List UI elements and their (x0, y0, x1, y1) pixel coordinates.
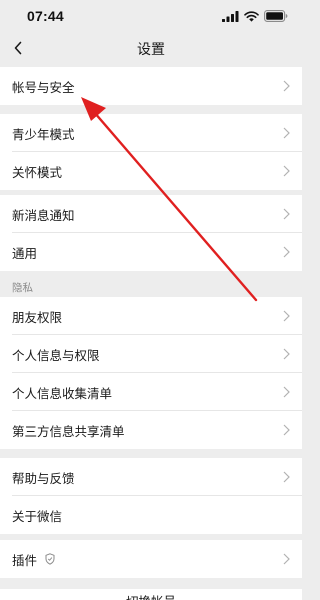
signal-icon (222, 10, 239, 22)
settings-item-plugins[interactable]: 插件 (0, 540, 302, 578)
settings-item-personal-info-collection-list[interactable]: 个人信息收集清单 (0, 373, 302, 411)
settings-item-label: 帐号与安全 (12, 79, 75, 95)
settings-item-label: 新消息通知 (12, 207, 75, 223)
settings-group-account: 帐号与安全 (0, 67, 302, 105)
settings-item-label: 个人信息与权限 (12, 347, 100, 363)
chevron-right-icon (283, 348, 290, 360)
settings-item-new-message-notifications[interactable]: 新消息通知 (0, 195, 302, 233)
chevron-right-icon (283, 165, 290, 177)
status-icons (222, 10, 288, 22)
settings-group-help: 帮助与反馈 关于微信 (0, 458, 302, 534)
chevron-right-icon (283, 246, 290, 258)
settings-item-label: 朋友权限 (12, 309, 63, 325)
settings-item-label: 通用 (12, 245, 38, 261)
chevron-right-icon (283, 386, 290, 398)
nav-bar: 设置 (0, 32, 302, 64)
chevron-right-icon (283, 471, 290, 483)
settings-group-plugins: 插件 (0, 540, 302, 578)
settings-item-teen-mode[interactable]: 青少年模式 (0, 114, 302, 152)
settings-item-personal-info-permissions[interactable]: 个人信息与权限 (0, 335, 302, 373)
chevron-right-icon (283, 127, 290, 139)
shield-icon (45, 553, 55, 565)
settings-group-privacy: 朋友权限 个人信息与权限 个人信息收集清单 第三方信息共享清单 (0, 297, 302, 449)
section-label-privacy: 隐私 (12, 282, 33, 294)
settings-item-label: 帮助与反馈 (12, 470, 75, 486)
battery-icon (264, 10, 288, 22)
settings-item-label: 关怀模式 (12, 164, 63, 180)
wifi-icon (244, 10, 259, 22)
settings-screen: 07:44 设置 帐号与安全 青少年模式 关怀模式 新消息通知 通用 隐私 朋友… (0, 0, 302, 600)
settings-item-label: 关于微信 (12, 508, 63, 524)
chevron-right-icon (283, 553, 290, 565)
status-bar: 07:44 (0, 0, 302, 32)
page-title: 设置 (137, 42, 165, 58)
settings-item-about[interactable]: 关于微信 (0, 496, 302, 534)
settings-item-friend-permissions[interactable]: 朋友权限 (0, 297, 302, 335)
switch-account-button[interactable]: 切换帐号 (0, 589, 302, 600)
switch-account-label: 切换帐号 (0, 591, 302, 600)
settings-item-label: 青少年模式 (12, 126, 75, 142)
settings-item-label: 插件 (12, 552, 38, 568)
settings-item-help-feedback[interactable]: 帮助与反馈 (0, 458, 302, 496)
chevron-right-icon (283, 80, 290, 92)
settings-group-notifications: 新消息通知 通用 (0, 195, 302, 271)
settings-item-label: 个人信息收集清单 (12, 385, 113, 401)
settings-item-care-mode[interactable]: 关怀模式 (0, 152, 302, 190)
chevron-right-icon (283, 424, 290, 436)
settings-item-label: 第三方信息共享清单 (12, 423, 125, 439)
settings-item-account-security[interactable]: 帐号与安全 (0, 67, 302, 105)
settings-item-general[interactable]: 通用 (0, 233, 302, 271)
status-time: 07:44 (27, 8, 64, 24)
settings-group-modes: 青少年模式 关怀模式 (0, 114, 302, 190)
chevron-right-icon (283, 310, 290, 322)
settings-item-third-party-sharing-list[interactable]: 第三方信息共享清单 (0, 411, 302, 449)
chevron-right-icon (283, 208, 290, 220)
